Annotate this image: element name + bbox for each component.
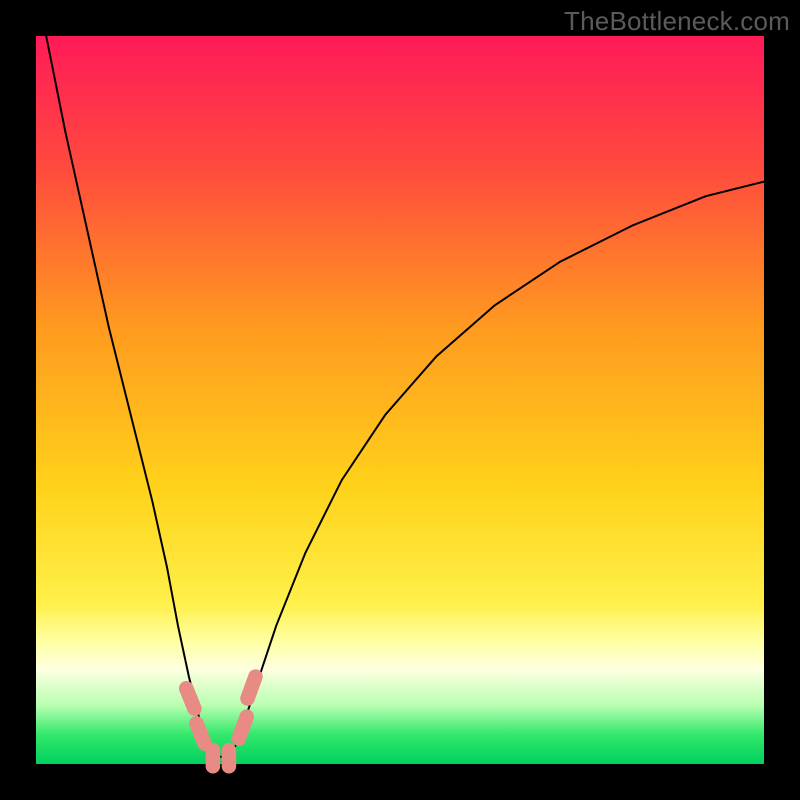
bottleneck-curve	[36, 0, 764, 757]
chart-svg	[36, 36, 764, 764]
watermark-text: TheBottleneck.com	[564, 6, 790, 37]
optimal-marker	[206, 743, 221, 774]
chart-frame: TheBottleneck.com	[0, 0, 800, 800]
optimal-marker	[229, 707, 256, 748]
optimal-marker	[222, 743, 237, 774]
optimal-marker	[238, 667, 265, 708]
optimal-marker	[177, 679, 204, 718]
chart-plot-area	[36, 36, 764, 764]
